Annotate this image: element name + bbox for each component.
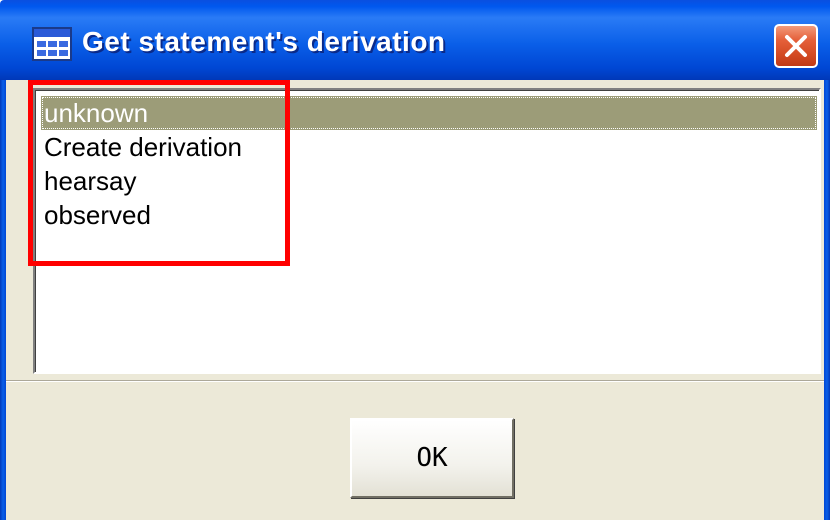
divider — [6, 380, 824, 382]
ok-button[interactable]: OK — [350, 418, 514, 498]
dialog-body: unknown Create derivation hearsay observ… — [6, 80, 824, 520]
title-bar[interactable]: Get statement's derivation — [0, 0, 830, 80]
window-frame-right — [824, 80, 830, 520]
window-title: Get statement's derivation — [82, 26, 446, 57]
derivation-listbox[interactable]: unknown Create derivation hearsay observ… — [33, 88, 821, 374]
list-item-hearsay[interactable]: hearsay — [41, 164, 817, 198]
dialog-window: Get statement's derivation unknown Creat… — [0, 0, 830, 520]
close-button[interactable] — [774, 24, 818, 68]
list-item-unknown[interactable]: unknown — [41, 96, 817, 130]
list-item-create-derivation[interactable]: Create derivation — [41, 130, 817, 164]
application-window-icon — [32, 27, 72, 61]
list-item-observed[interactable]: observed — [41, 198, 817, 232]
